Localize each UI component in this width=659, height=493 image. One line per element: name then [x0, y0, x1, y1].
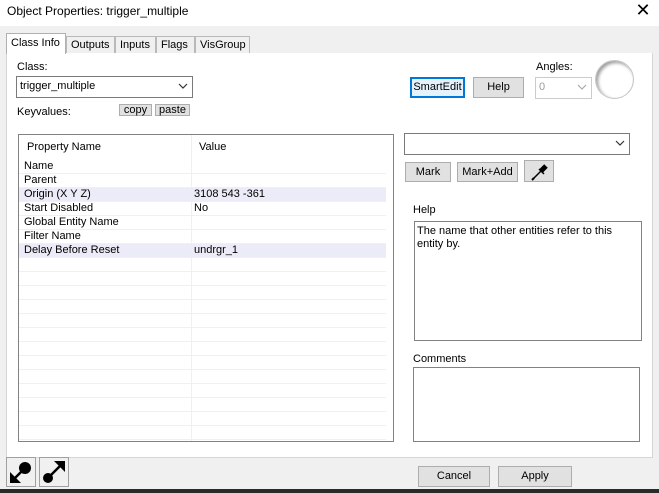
- angles-label: Angles:: [536, 61, 573, 73]
- empty-row: [19, 342, 387, 356]
- table-row[interactable]: Name: [19, 160, 387, 174]
- comments-textarea[interactable]: [413, 367, 640, 442]
- chevron-down-icon: [577, 84, 587, 90]
- table-row[interactable]: Delay Before Reset undrgr_1: [19, 244, 387, 258]
- property-name: Global Entity Name: [24, 216, 119, 228]
- pin-link-icon: [10, 462, 31, 483]
- empty-row: [19, 272, 387, 286]
- empty-row: [19, 370, 387, 384]
- empty-row: [19, 356, 387, 370]
- close-icon[interactable]: ✕: [630, 1, 656, 23]
- chevron-down-icon: [178, 83, 188, 89]
- table-row[interactable]: Start Disabled No: [19, 202, 387, 216]
- empty-row: [19, 412, 387, 426]
- tab-visgroup[interactable]: VisGroup: [195, 36, 250, 53]
- help-textbox: The name that other entities refer to th…: [414, 221, 642, 341]
- empty-row: [19, 384, 387, 398]
- column-header-value[interactable]: Value: [191, 135, 387, 159]
- cancel-button[interactable]: Cancel: [418, 466, 490, 487]
- table-row[interactable]: Global Entity Name: [19, 216, 387, 230]
- property-name: Parent: [24, 174, 57, 186]
- property-name: Origin (X Y Z): [24, 188, 91, 200]
- property-value: No: [194, 202, 209, 214]
- value-dropdown[interactable]: [404, 133, 630, 155]
- comments-label: Comments: [413, 353, 467, 365]
- smartedit-button[interactable]: SmartEdit: [410, 77, 465, 98]
- property-name: Name: [24, 160, 54, 172]
- class-label: Class:: [17, 61, 48, 73]
- table-row[interactable]: Filter Name: [19, 230, 387, 244]
- help-button[interactable]: Help: [473, 77, 524, 98]
- copy-button[interactable]: copy: [119, 104, 152, 116]
- property-value: 3108 543 -361: [194, 188, 265, 200]
- keyvalues-label: Keyvalues:: [17, 106, 71, 118]
- arrow-link-icon: [43, 461, 65, 483]
- column-header-property-name[interactable]: Property Name: [19, 135, 191, 159]
- angle-dial[interactable]: [595, 60, 634, 99]
- empty-row: [19, 328, 387, 342]
- empty-row: [19, 398, 387, 412]
- help-text: The name that other entities refer to th…: [417, 225, 613, 250]
- empty-row: [19, 314, 387, 328]
- empty-row: [19, 426, 387, 440]
- background-window-edge: [0, 489, 659, 493]
- pick-entity-button[interactable]: [6, 457, 36, 487]
- property-name: Delay Before Reset: [24, 244, 120, 256]
- window-title: Object Properties: trigger_multiple: [7, 4, 189, 18]
- property-name: Filter Name: [24, 230, 81, 242]
- property-table: Property Name Value Name Parent Origin (…: [18, 134, 394, 442]
- class-value: trigger_multiple: [20, 80, 96, 92]
- empty-row: [19, 300, 387, 314]
- property-name: Start Disabled: [24, 202, 94, 214]
- tab-flags[interactable]: Flags: [156, 36, 195, 53]
- tab-inputs[interactable]: Inputs: [115, 36, 156, 53]
- tab-outputs[interactable]: Outputs: [66, 36, 115, 53]
- chevron-down-icon: [615, 140, 625, 146]
- mark-button[interactable]: Mark: [405, 162, 451, 182]
- eyedropper-button[interactable]: [524, 160, 554, 182]
- empty-row: [19, 258, 387, 272]
- paste-button[interactable]: paste: [155, 104, 190, 116]
- mark-add-button[interactable]: Mark+Add: [457, 162, 518, 182]
- class-dropdown[interactable]: trigger_multiple: [16, 76, 193, 98]
- eyedropper-icon: [531, 164, 548, 181]
- angles-dropdown[interactable]: 0: [535, 77, 592, 99]
- tab-class-info[interactable]: Class Info: [6, 33, 66, 54]
- apply-button[interactable]: Apply: [498, 466, 572, 487]
- table-right-gutter: [386, 135, 393, 441]
- pick-target-button[interactable]: [39, 457, 69, 487]
- table-row[interactable]: Parent: [19, 174, 387, 188]
- table-row[interactable]: Origin (X Y Z) 3108 543 -361: [19, 188, 387, 202]
- angles-value: 0: [539, 81, 546, 93]
- help-label: Help: [413, 204, 436, 216]
- property-value: undrgr_1: [194, 244, 239, 256]
- empty-row: [19, 286, 387, 300]
